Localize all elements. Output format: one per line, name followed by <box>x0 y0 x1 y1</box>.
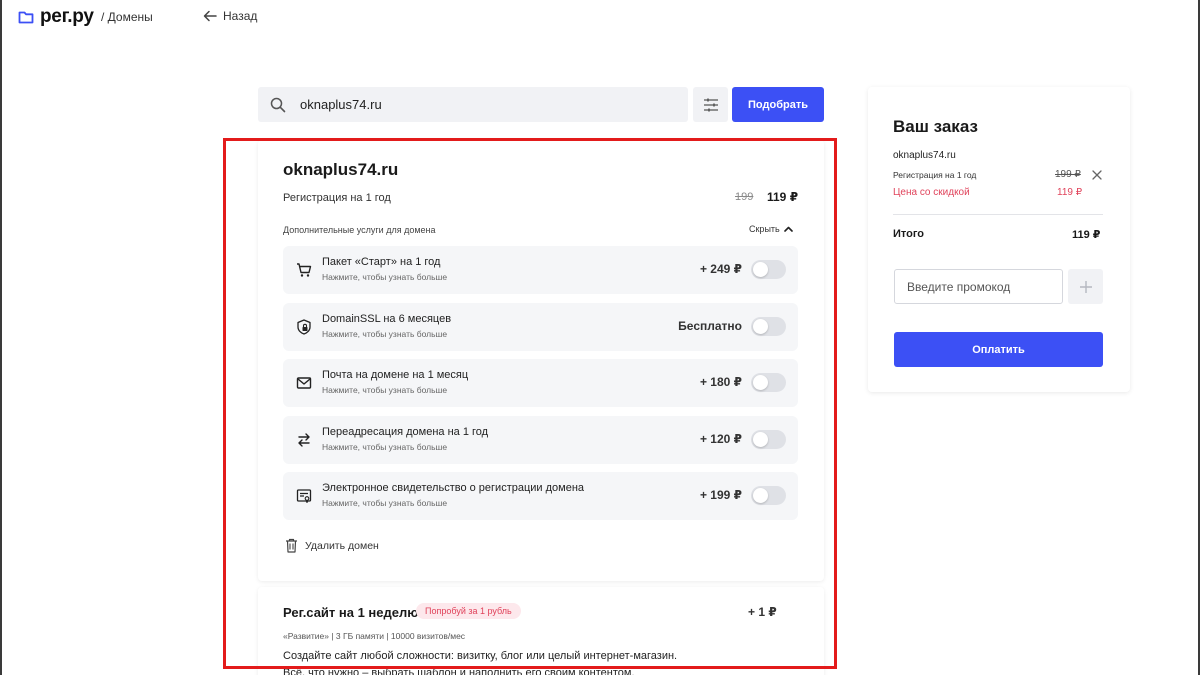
cart-icon <box>297 263 312 277</box>
total-value: 119 ₽ <box>1072 229 1101 241</box>
service-subtitle: Нажмите, чтобы узнать больше <box>322 498 448 508</box>
service-title: Электронное свидетельство о регистрации … <box>322 482 585 494</box>
pay-button[interactable]: Оплатить <box>894 332 1103 367</box>
order-panel: Ваш заказ oknaplus74.ru Регистрация на 1… <box>868 87 1130 392</box>
service-domain-ssl[interactable]: DomainSSL на 6 месяцев Нажмите, чтобы уз… <box>283 303 798 351</box>
mail-icon <box>296 377 312 389</box>
service-subtitle: Нажмите, чтобы узнать больше <box>322 442 448 452</box>
back-link[interactable]: Назад <box>203 9 257 23</box>
logo-text: рег.ру <box>40 6 94 27</box>
service-start-package[interactable]: Пакет «Старт» на 1 год Нажмите, чтобы уз… <box>283 246 798 294</box>
search-icon <box>270 97 286 112</box>
old-price: 199 <box>735 191 754 203</box>
service-price: + 120 ₽ <box>699 432 742 446</box>
hide-label: Скрыть <box>749 224 780 234</box>
order-registration-label: Регистрация на 1 год <box>893 170 977 180</box>
redirect-arrows-icon <box>298 433 310 447</box>
folder-logo-icon <box>18 11 34 24</box>
filter-sliders-icon <box>703 98 718 111</box>
promo-code-input[interactable] <box>894 269 1063 304</box>
service-title: DomainSSL на 6 месяцев <box>322 313 452 325</box>
order-title: Ваш заказ <box>893 117 978 136</box>
certificate-icon <box>296 489 312 503</box>
service-domain-redirect[interactable]: Переадресация домена на 1 год Нажмите, ч… <box>283 416 798 464</box>
service-price: Бесплатно <box>678 319 742 333</box>
chevron-up-icon <box>783 226 793 232</box>
service-title: Переадресация домена на 1 год <box>322 426 489 438</box>
divider <box>893 214 1103 215</box>
extra-services-label: Дополнительные услуги для домена <box>283 225 436 235</box>
window-left-border <box>0 0 2 675</box>
service-subtitle: Нажмите, чтобы узнать больше <box>322 329 448 339</box>
service-title: Почта на домене на 1 месяц <box>322 369 469 381</box>
service-price: + 180 ₽ <box>699 375 742 389</box>
service-toggle[interactable] <box>751 373 786 392</box>
hide-services-link[interactable]: Скрыть <box>749 224 793 234</box>
site-price: + 1 ₽ <box>748 605 777 619</box>
pick-button[interactable]: Подобрать <box>732 87 824 122</box>
service-domain-mail[interactable]: Почта на домене на 1 месяц Нажмите, чтоб… <box>283 359 798 407</box>
close-icon[interactable] <box>1091 169 1103 181</box>
service-subtitle: Нажмите, чтобы узнать больше <box>322 385 448 395</box>
filter-button[interactable] <box>693 87 728 122</box>
ssl-shield-icon <box>297 319 311 335</box>
service-toggle[interactable] <box>751 317 786 336</box>
service-price: + 199 ₽ <box>699 488 742 502</box>
logo[interactable]: рег.ру <box>18 6 94 28</box>
apply-promo-button[interactable] <box>1068 269 1103 304</box>
delete-domain-button[interactable]: Удалить домен <box>285 538 379 553</box>
site-title: Рег.сайт на 1 неделю <box>283 605 419 620</box>
domain-title: oknaplus74.ru <box>283 160 399 179</box>
service-price: + 249 ₽ <box>699 262 742 276</box>
discount-label: Цена со скидкой <box>893 187 970 198</box>
discount-price: 119 ₽ <box>1057 187 1083 198</box>
service-toggle[interactable] <box>751 486 786 505</box>
registration-label: Регистрация на 1 год <box>283 192 391 204</box>
service-registration-certificate[interactable]: Электронное свидетельство о регистрации … <box>283 472 798 520</box>
site-offer-card: Рег.сайт на 1 неделю Попробуй за 1 рубль… <box>258 587 824 675</box>
search-box[interactable] <box>258 87 688 122</box>
site-description-line-2: Всё, что нужно – выбрать шаблон и наполн… <box>283 667 635 675</box>
search-input[interactable] <box>300 97 680 112</box>
service-subtitle: Нажмите, чтобы узнать больше <box>322 272 448 282</box>
service-toggle[interactable] <box>751 430 786 449</box>
plus-icon <box>1079 280 1092 293</box>
promo-badge: Попробуй за 1 рубль <box>416 603 521 619</box>
back-label: Назад <box>223 9 258 23</box>
site-description-line-1: Создайте сайт любой сложности: визитку, … <box>283 650 678 662</box>
arrow-left-icon <box>203 10 217 22</box>
domain-card: oknaplus74.ru Регистрация на 1 год 199 1… <box>258 140 824 581</box>
total-label: Итого <box>893 228 925 240</box>
service-toggle[interactable] <box>751 260 786 279</box>
site-details: «Развитие» | 3 ГБ памяти | 10000 визитов… <box>283 631 466 641</box>
order-old-price: 199 ₽ <box>1055 169 1081 180</box>
order-domain: oknaplus74.ru <box>893 150 956 161</box>
delete-label: Удалить домен <box>305 539 379 552</box>
trash-icon <box>286 538 297 553</box>
breadcrumb[interactable]: / Домены <box>101 10 153 24</box>
service-title: Пакет «Старт» на 1 год <box>322 256 441 268</box>
new-price: 119 ₽ <box>767 190 799 204</box>
